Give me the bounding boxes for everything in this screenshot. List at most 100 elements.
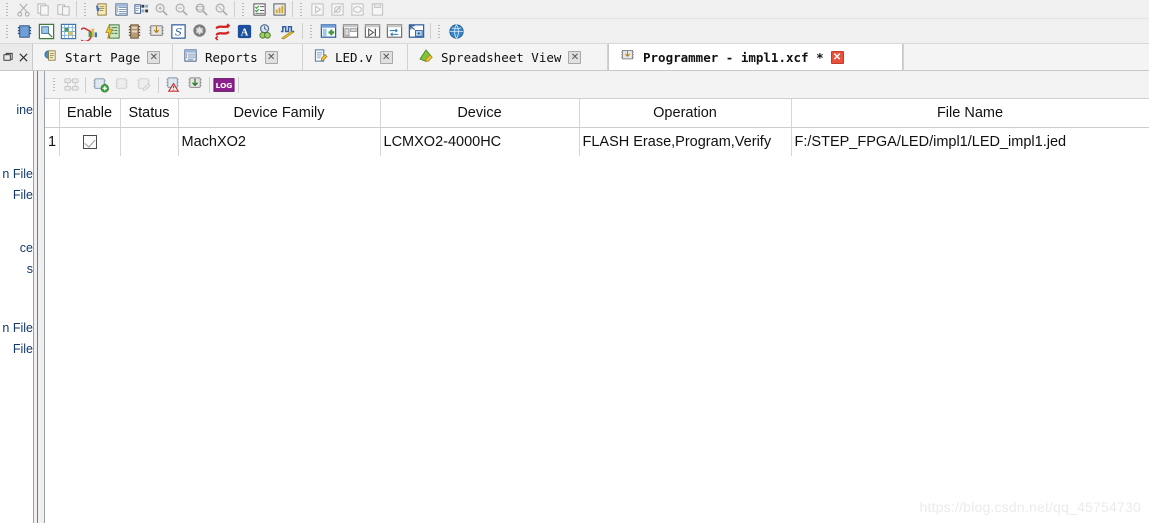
toolbar-separator	[209, 76, 210, 93]
tab-close-button[interactable]: ✕	[379, 50, 393, 64]
col-header-device-family[interactable]: Device Family	[178, 99, 381, 128]
tab-label: Reports	[205, 49, 258, 65]
physical-view-icon[interactable]	[57, 20, 79, 42]
zoom-out-icon[interactable]	[171, 0, 191, 18]
reports-icon	[183, 48, 198, 66]
toolbar-grip[interactable]	[298, 1, 305, 17]
sidebar-item-device[interactable]: ce	[20, 241, 33, 255]
toolbar-grip[interactable]	[240, 1, 247, 17]
programmer-icon	[619, 47, 636, 67]
toolbar-separator	[430, 23, 431, 39]
tab-spreadsheet-view[interactable]: Spreadsheet View ✕	[408, 44, 608, 70]
verify-chain-icon[interactable]	[162, 74, 184, 96]
toolbar-grip[interactable]	[51, 77, 58, 92]
report-table-icon[interactable]	[111, 0, 131, 18]
program-device-icon[interactable]	[184, 74, 206, 96]
cell-enable[interactable]	[59, 127, 121, 157]
sidebar-item-export-file[interactable]: File	[13, 342, 33, 356]
timing-icon[interactable]	[255, 20, 277, 42]
cell-status[interactable]	[120, 127, 179, 157]
programmer-toolbar: LOG	[45, 71, 1149, 99]
chart-icon[interactable]	[269, 0, 289, 18]
edit-device-icon[interactable]	[133, 74, 155, 96]
toolbar-grip[interactable]	[308, 23, 315, 39]
col-header-file-name[interactable]: File Name	[791, 99, 1149, 128]
tab-close-button[interactable]: ✕	[264, 50, 278, 64]
toolbar-grip[interactable]	[82, 1, 89, 17]
col-header-device[interactable]: Device	[380, 99, 580, 128]
toolbar-grip[interactable]	[4, 1, 11, 17]
editor-tab-strip: Start Page ✕ Reports ✕ LED.v ✕ Spreadshe…	[0, 44, 1149, 71]
next-view-icon[interactable]	[361, 20, 383, 42]
ssa-icon[interactable]	[189, 20, 211, 42]
copy-icon[interactable]	[33, 0, 53, 18]
sidebar-item-import-file[interactable]: n File	[2, 321, 33, 335]
clean-flow-icon[interactable]	[347, 0, 367, 18]
tab-programmer[interactable]: Programmer - impl1.xcf * ✕	[608, 44, 903, 70]
zoom-fit-icon[interactable]	[191, 0, 211, 18]
tab-close-button[interactable]: ✕	[147, 50, 161, 64]
sidebar-item-machine[interactable]: ine	[16, 103, 33, 117]
toolbar-separator	[238, 76, 239, 93]
checklist-icon[interactable]	[249, 0, 269, 18]
panel-restore-button[interactable]	[3, 51, 15, 63]
tab-start-page[interactable]: Start Page ✕	[33, 44, 173, 70]
sidebar-item-save-file[interactable]: File	[13, 188, 33, 202]
waveform-icon[interactable]	[277, 20, 299, 42]
verilog-file-icon	[313, 48, 328, 66]
cell-device-family[interactable]: MachXO2	[178, 127, 381, 157]
col-header-enable[interactable]: Enable	[59, 99, 121, 128]
tab-led-v[interactable]: LED.v ✕	[303, 44, 408, 70]
find-replace-icon[interactable]	[131, 0, 151, 18]
help-globe-icon[interactable]	[445, 20, 467, 42]
tab-strip-filler	[903, 44, 1149, 70]
col-header-rownum[interactable]	[45, 99, 60, 128]
netlist-analyzer-icon[interactable]	[79, 20, 101, 42]
add-device-icon[interactable]	[89, 74, 111, 96]
sidebar-item-open-file[interactable]: n File	[2, 167, 33, 181]
tab-label: LED.v	[335, 49, 373, 65]
programmer-icon[interactable]	[145, 20, 167, 42]
new-window-icon[interactable]	[317, 20, 339, 42]
synthesis-icon[interactable]: S	[167, 20, 189, 42]
memory-icon[interactable]	[123, 20, 145, 42]
cell-file-name[interactable]: F:/STEP_FPGA/LED/impl1/LED_impl1.jed	[791, 127, 1149, 157]
remove-device-icon[interactable]	[111, 74, 133, 96]
row-number: 1	[45, 127, 60, 157]
tab-close-button[interactable]: ✕	[568, 50, 582, 64]
toolbar-grip[interactable]	[436, 23, 443, 39]
log-icon[interactable]: LOG	[213, 74, 235, 96]
tab-label: Programmer - impl1.xcf *	[643, 49, 824, 65]
arrange-icon[interactable]	[383, 20, 405, 42]
edit-note-icon[interactable]	[91, 0, 111, 18]
col-header-status[interactable]: Status	[120, 99, 179, 128]
device-grid-container: Enable Status Device Family Device Opera…	[45, 99, 1149, 523]
paste-icon[interactable]	[53, 0, 73, 18]
enable-checkbox[interactable]	[82, 134, 97, 149]
tab-reports[interactable]: Reports ✕	[173, 44, 303, 70]
export-icon[interactable]	[367, 0, 387, 18]
cell-operation[interactable]: FLASH Erase,Program,Verify	[579, 127, 792, 157]
table-row[interactable]: 1 MachXO2 LCMXO2-4000HC FLASH Erase,Prog…	[45, 126, 1149, 157]
panel-close-button[interactable]	[18, 51, 30, 63]
toolbar-grip[interactable]	[4, 23, 11, 39]
start-page-icon	[43, 48, 58, 66]
tab-close-button[interactable]: ✕	[830, 50, 844, 64]
panel-splitter[interactable]	[33, 71, 45, 523]
reveal-icon[interactable]	[211, 20, 233, 42]
pin-assign-icon[interactable]	[13, 20, 35, 42]
run-flow-icon[interactable]	[307, 0, 327, 18]
cell-device[interactable]: LCMXO2-4000HC	[379, 126, 580, 157]
zoom-select-icon[interactable]	[211, 0, 231, 18]
reveal-analyzer-icon[interactable]: A	[233, 20, 255, 42]
zoom-in-icon[interactable]	[151, 0, 171, 18]
fit-window-icon[interactable]	[405, 20, 427, 42]
left-panel-clipped: ine n File File ce s n File File	[0, 71, 33, 523]
scan-device-icon[interactable]	[60, 74, 82, 96]
power-calculator-icon[interactable]	[101, 20, 123, 42]
split-view-icon[interactable]	[339, 20, 361, 42]
col-header-operation[interactable]: Operation	[579, 99, 792, 128]
cut-icon[interactable]	[13, 0, 33, 18]
floorplan-icon[interactable]	[35, 20, 57, 42]
stop-flow-icon[interactable]	[327, 0, 347, 18]
